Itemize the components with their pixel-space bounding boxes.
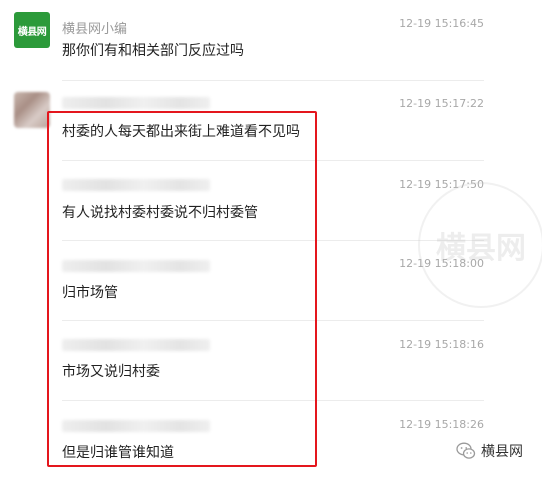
sender-name-blurred	[62, 97, 210, 109]
avatar-blurred[interactable]	[14, 92, 50, 128]
message-time: 12-19 15:16:45	[399, 17, 484, 30]
divider	[62, 80, 484, 81]
brand-name: 横县网	[481, 444, 523, 460]
message-text: 那你们有和相关部门反应过吗	[62, 43, 244, 59]
watermark-seal: 横县网	[418, 182, 542, 308]
brand-label: 横县网	[456, 441, 523, 461]
sender-name: 横县网小编	[62, 22, 128, 37]
wechat-icon	[456, 441, 476, 461]
message-time: 12-19 15:18:16	[399, 338, 484, 351]
message-time: 12-19 15:18:26	[399, 418, 484, 431]
message-time: 12-19 15:17:22	[399, 97, 484, 110]
avatar-hengxian[interactable]: 横县网	[14, 12, 50, 48]
highlight-box	[47, 111, 317, 467]
